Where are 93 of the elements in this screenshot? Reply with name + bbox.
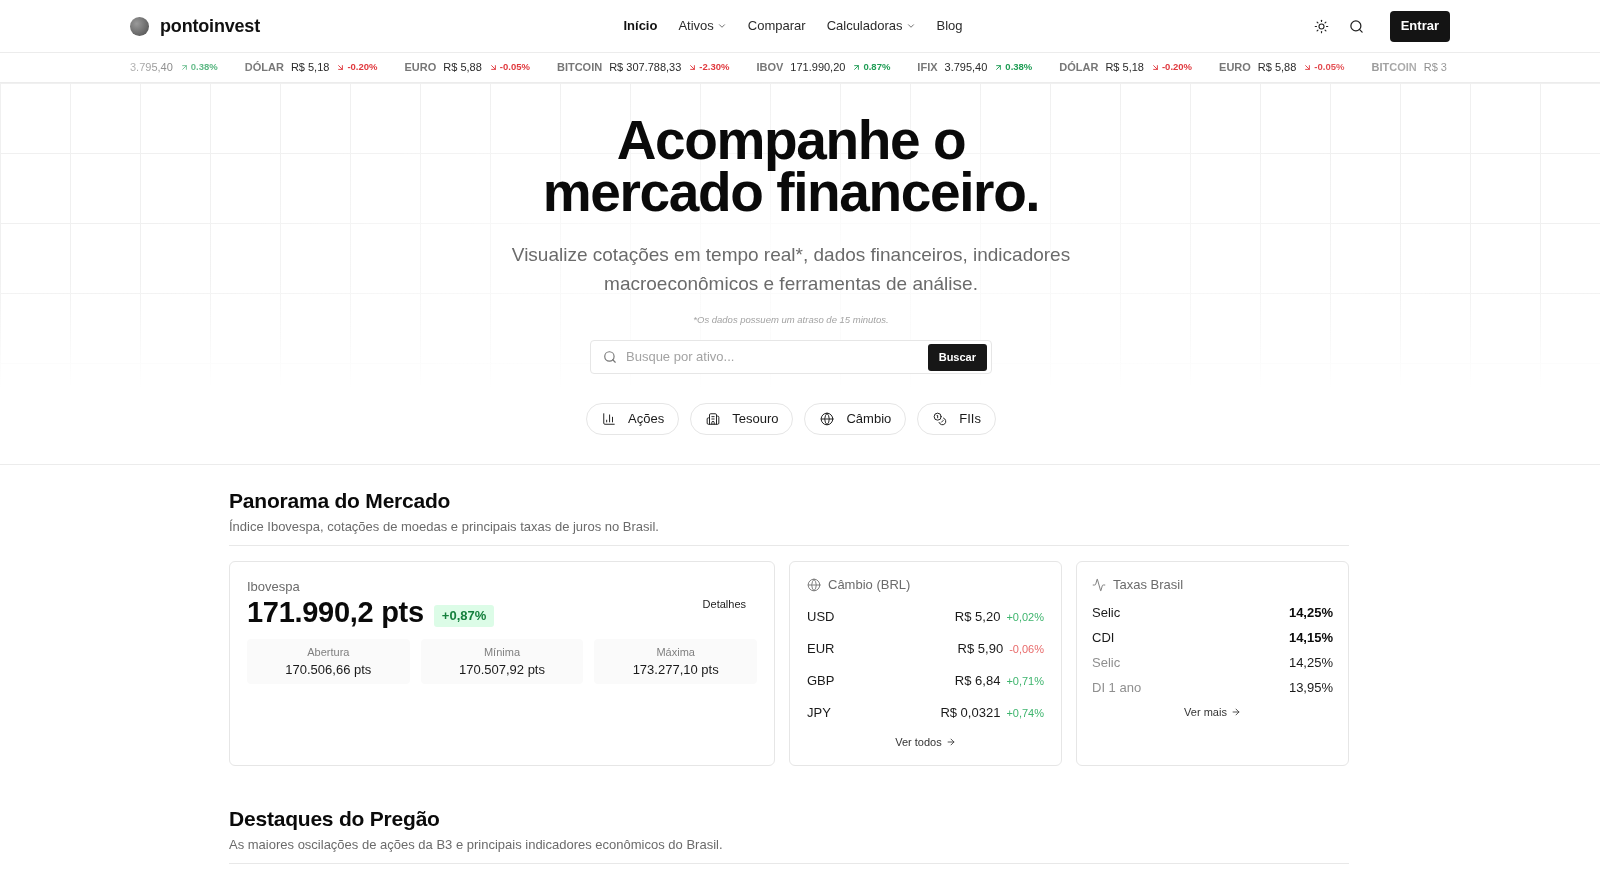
- see-more-link[interactable]: Ver mais: [1184, 704, 1241, 721]
- arrow-right-icon: [945, 737, 956, 748]
- hero-title: Acompanhe o mercado financeiro.: [542, 114, 1040, 218]
- coins-icon: [933, 412, 948, 426]
- nav-link[interactable]: Comparar: [747, 16, 806, 36]
- rate-value: 14,25%: [1288, 653, 1333, 672]
- ticker-value: R$ 5,18: [1105, 60, 1144, 76]
- ticker-change: -0.05%: [499, 60, 530, 75]
- stat-label: Máxima: [656, 645, 695, 659]
- rate-change: +0,02%: [1006, 609, 1044, 625]
- currency-rate: R$ 0,0321: [940, 704, 1001, 723]
- bar-chart-icon: [602, 412, 617, 426]
- category-chip[interactable]: Câmbio: [804, 403, 907, 435]
- sun-icon[interactable]: [1313, 18, 1329, 34]
- ticker-label: IFIX: [917, 60, 938, 76]
- ticker-value: R$ 3: [1423, 60, 1447, 76]
- nav-link[interactable]: Ativos: [678, 16, 727, 36]
- section-subtitle: As maiores oscilações de ações da B3 e principais indicadores econômicos do Brasil.: [229, 836, 724, 854]
- chevron-down-icon: [905, 21, 916, 31]
- login-button[interactable]: Entrar: [1389, 10, 1450, 42]
- arrow-right-icon: [1230, 707, 1241, 718]
- category-chip[interactable]: FIIs: [917, 403, 996, 435]
- currency-code: USD: [807, 608, 835, 627]
- ticker-label: EURO: [1219, 60, 1251, 76]
- pulse-icon: [1092, 578, 1106, 592]
- building-icon: [706, 412, 721, 426]
- ticker-label: BITCOIN: [1371, 60, 1417, 76]
- brand-link[interactable]: pontoinvest: [130, 12, 261, 40]
- stat-value: 173.277,10 pts: [632, 662, 719, 678]
- currency-rate: R$ 5,20: [954, 608, 1001, 627]
- details-link[interactable]: Detalhes: [702, 597, 746, 611]
- chevron-down-icon: [716, 21, 727, 31]
- nav-link[interactable]: Calculadoras: [826, 16, 916, 36]
- ticker-label: DÓLAR: [244, 60, 284, 76]
- currency-code: JPY: [807, 704, 831, 723]
- ticker-value: R$ 5,18: [290, 60, 330, 76]
- rate-value: 13,95%: [1288, 678, 1333, 697]
- ticker-value: 3.795,40: [130, 60, 173, 76]
- logo-icon: [130, 16, 149, 36]
- currency-code: GBP: [807, 672, 835, 691]
- search-submit-button[interactable]: Buscar: [927, 343, 987, 371]
- currency-code: EUR: [807, 640, 835, 659]
- category-chip[interactable]: Tesouro: [690, 403, 794, 435]
- stat-label: Abertura: [307, 645, 350, 659]
- ticker-value: 3.795,40: [944, 60, 988, 76]
- rate-value: 14,15%: [1288, 628, 1333, 647]
- ticker-change: 0.87%: [863, 60, 891, 75]
- stat-value: 170.506,66 pts: [285, 662, 372, 678]
- ticker-change: 0.38%: [1005, 60, 1033, 75]
- globe-icon: [807, 578, 821, 592]
- hero-subtitle: Visualize cotações em tempo real*, dados financeiros, indicadores macroeconômicos e ferramentas de análise.: [510, 243, 1072, 296]
- rate-name: CDI: [1092, 628, 1115, 647]
- ticker-label: DÓLAR: [1059, 60, 1099, 76]
- ticker-change: -0.05%: [1314, 60, 1345, 75]
- change-badge: +0,87%: [433, 605, 495, 627]
- card-title: Câmbio (BRL): [828, 576, 911, 595]
- search-icon: [603, 350, 617, 364]
- ticker-label: BITCOIN: [556, 60, 603, 76]
- nav-link[interactable]: Início: [623, 16, 658, 36]
- rate-change: +0,74%: [1006, 705, 1044, 721]
- ticker-change: 0.38%: [190, 60, 218, 75]
- rate-name: Selic: [1092, 653, 1121, 672]
- ticker-value: R$ 5,88: [1257, 60, 1297, 76]
- globe-icon: [820, 412, 835, 426]
- index-value: 171.990,2 pts: [247, 595, 424, 629]
- section-title: Panorama do Mercado: [229, 488, 452, 514]
- see-all-link[interactable]: Ver todos: [895, 734, 956, 751]
- ticker-value: R$ 307.788,33: [609, 60, 682, 76]
- currency-rate: R$ 5,90: [957, 640, 1004, 659]
- rate-name: DI 1 ano: [1092, 678, 1142, 697]
- rate-change: -0,06%: [1009, 641, 1044, 657]
- index-label: Ibovespa: [247, 579, 301, 595]
- card-title: Taxas Brasil: [1113, 576, 1184, 595]
- search-icon[interactable]: [1348, 18, 1364, 34]
- ticker-change: -0.20%: [1161, 60, 1193, 75]
- rate-change: +0,71%: [1006, 673, 1044, 689]
- stat-label: Mínima: [483, 645, 520, 659]
- ticker-change: -0.20%: [347, 60, 378, 75]
- section-subtitle: Índice Ibovespa, cotações de moedas e principais taxas de juros no Brasil.: [229, 518, 660, 536]
- rate-value: 14,25%: [1288, 603, 1333, 622]
- ticker-value: R$ 5,88: [443, 60, 482, 76]
- search-field[interactable]: Busque por ativo... Buscar: [590, 340, 992, 374]
- currency-rate: R$ 6,84: [954, 672, 1001, 691]
- nav-link[interactable]: Blog: [936, 16, 963, 36]
- stat-value: 170.507,92 pts: [458, 662, 545, 678]
- rate-name: Selic: [1092, 603, 1121, 622]
- category-chip[interactable]: Ações: [586, 403, 680, 435]
- delay-note: *Os dados possuem um atraso de 15 minutos.: [693, 313, 889, 326]
- ticker-label: EURO: [404, 60, 437, 76]
- ticker-change: -2.30%: [699, 60, 730, 75]
- ticker-label: IBOV: [756, 60, 784, 76]
- ticker-value: 171.990,20: [790, 60, 846, 76]
- section-title: Destaques do Pregão: [229, 806, 441, 832]
